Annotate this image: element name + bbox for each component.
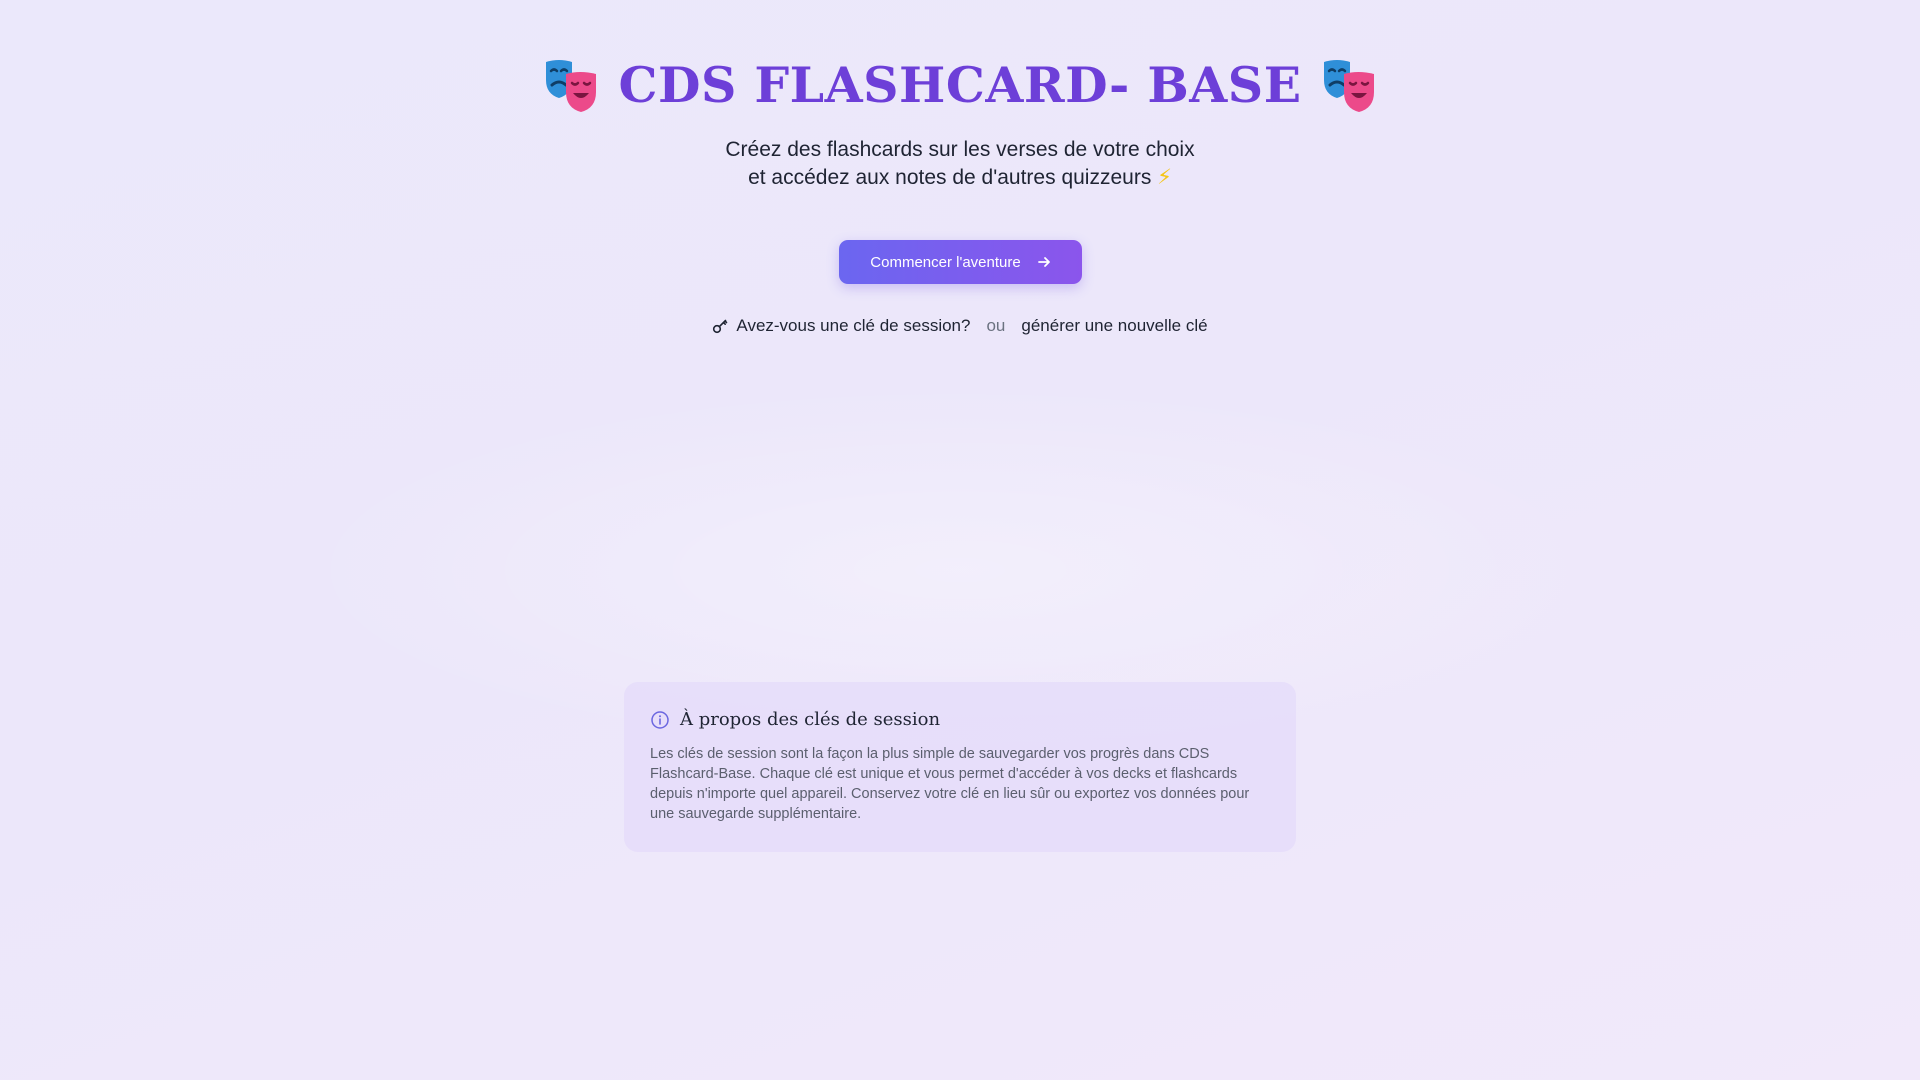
- have-session-key-label: Avez-vous une clé de session?: [736, 316, 971, 335]
- or-separator: ou: [986, 316, 1006, 335]
- session-key-row: Avez-vous une clé de session? ou générer…: [0, 316, 1920, 336]
- performing-arts-masks-icon: [542, 56, 600, 114]
- page-title: CDS FLASHCARD- BASE: [618, 55, 1302, 114]
- arrow-right-icon: [1037, 255, 1051, 269]
- session-keys-info-card: À propos des clés de session Les clés de…: [624, 682, 1296, 852]
- have-session-key-link[interactable]: Avez-vous une clé de session?: [712, 316, 970, 336]
- lightning-icon: ⚡: [1157, 166, 1172, 189]
- start-adventure-button[interactable]: Commencer l'aventure: [839, 240, 1082, 284]
- info-card-header: À propos des clés de session: [650, 709, 1270, 730]
- title-row: CDS FLASHCARD- BASE: [0, 56, 1920, 114]
- subtitle-line-2-text: et accédez aux notes de d'autres quizzeu…: [748, 166, 1152, 189]
- generate-new-key-link[interactable]: générer une nouvelle clé: [1021, 316, 1207, 336]
- subtitle-line-2: et accédez aux notes de d'autres quizzeu…: [0, 164, 1920, 192]
- subtitle: Créez des flashcards sur les verses de v…: [0, 136, 1920, 192]
- info-card-title: À propos des clés de session: [680, 709, 941, 730]
- subtitle-line-1: Créez des flashcards sur les verses de v…: [725, 138, 1195, 161]
- key-icon: [712, 318, 728, 334]
- info-card-text: Les clés de session sont la façon la plu…: [650, 746, 1250, 822]
- performing-arts-masks-icon: [1320, 56, 1378, 114]
- start-adventure-label: Commencer l'aventure: [870, 253, 1021, 271]
- info-circle-icon: [650, 710, 670, 730]
